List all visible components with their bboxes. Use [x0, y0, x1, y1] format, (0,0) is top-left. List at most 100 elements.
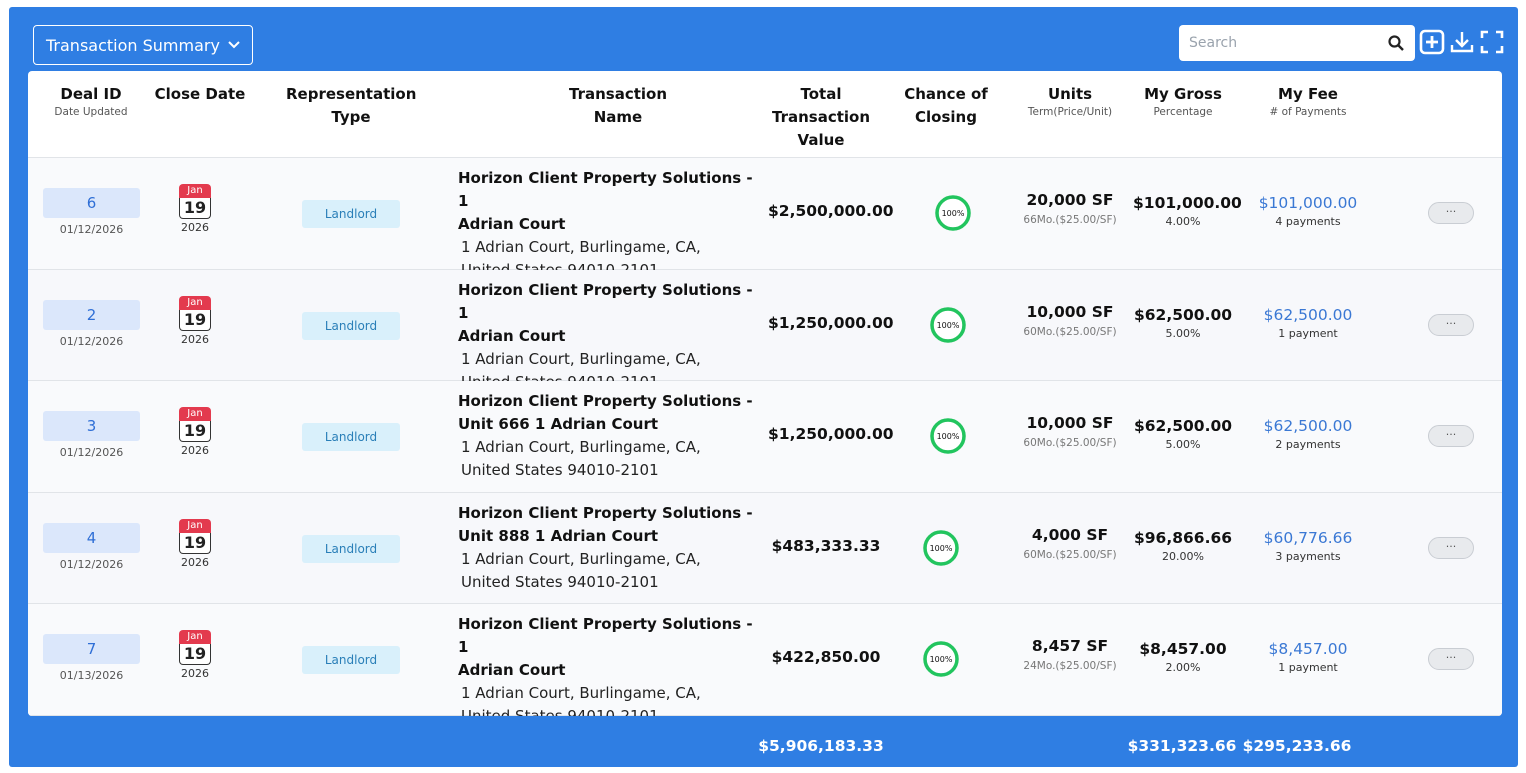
- deal-id-cell: 7 01/13/2026: [43, 634, 140, 682]
- close-day: 19: [179, 198, 211, 219]
- transaction-title-line2: Unit 666 1 Adrian Court: [458, 415, 659, 433]
- header-my-fee[interactable]: My Fee # of Payments: [1253, 83, 1363, 118]
- chance-of-closing-label: 100%: [942, 209, 965, 218]
- transaction-title-line2: Adrian Court: [458, 215, 566, 233]
- chance-of-closing-ring: 100%: [930, 418, 966, 454]
- transaction-summary-dropdown[interactable]: Transaction Summary: [33, 25, 253, 65]
- transaction-title-line1: Horizon Client Property Solutions - 1: [458, 169, 753, 210]
- transaction-name: Horizon Client Property Solutions - Unit …: [458, 502, 768, 594]
- representation-type-badge: Landlord: [302, 646, 400, 674]
- calendar-icon: Jan 19 2026: [179, 407, 211, 457]
- total-transaction-value-cell: $1,250,000.00: [768, 425, 894, 443]
- row-actions-button[interactable]: ···: [1428, 536, 1474, 559]
- row-actions-button[interactable]: ···: [1428, 313, 1474, 336]
- table-row[interactable]: 7 01/13/2026 Jan 19 2026 Landlord Horizon Clie…: [28, 604, 1502, 716]
- transaction-address-line1: 1 Adrian Court, Burlingame, CA,: [461, 684, 701, 702]
- add-icon[interactable]: [1419, 29, 1445, 55]
- calendar-icon: Jan 19 2026: [179, 630, 211, 680]
- header-total-transaction-value[interactable]: Total Transaction Value: [766, 83, 876, 152]
- deal-id-link[interactable]: 3: [43, 411, 140, 441]
- my-fee-link[interactable]: $60,776.66: [1253, 529, 1363, 547]
- units-cell: 8,457 SF 24Mo.($25.00/SF): [1010, 637, 1130, 672]
- transaction-name: Horizon Client Property Solutions - 1 Adr…: [458, 613, 768, 716]
- close-day: 19: [179, 532, 211, 554]
- units-cell: 10,000 SF 60Mo.($25.00/SF): [1010, 414, 1130, 449]
- calendar-icon: Jan 19 2026: [179, 518, 211, 569]
- header-units[interactable]: Units Term(Price/Unit): [1010, 83, 1130, 118]
- date-updated: 01/12/2026: [59, 446, 124, 459]
- transaction-summary-widget: Transaction Summary Deal ID Date Updated: [9, 7, 1518, 767]
- close-day: 19: [179, 421, 211, 442]
- units-value: 4,000 SF: [1031, 525, 1109, 544]
- units-cell: 20,000 SF 66Mo.($25.00/SF): [1010, 191, 1130, 226]
- table-row[interactable]: 3 01/12/2026 Jan 19 2026 Landlord Horizon Clie…: [28, 381, 1502, 493]
- table-body: 6 01/12/2026 Jan 19 2026 Landlord Horizon Clie…: [28, 158, 1502, 716]
- my-fee-link[interactable]: $62,500.00: [1253, 306, 1363, 324]
- deal-id-link[interactable]: 2: [43, 299, 140, 330]
- my-gross-value: $62,500.00: [1133, 417, 1233, 435]
- download-icon[interactable]: [1449, 29, 1475, 55]
- my-fee-link[interactable]: $101,000.00: [1253, 194, 1363, 212]
- toolbar: Transaction Summary: [9, 7, 1518, 71]
- total-transaction-value-cell: $1,250,000.00: [768, 313, 894, 332]
- my-fee-link[interactable]: $8,457.00: [1253, 640, 1363, 658]
- my-gross-cell: $62,500.00 5.00%: [1133, 417, 1233, 451]
- term-price-unit: 60Mo.($25.00/SF): [1023, 548, 1117, 561]
- fullscreen-icon[interactable]: [1479, 29, 1505, 55]
- my-gross-value: $101,000.00: [1133, 194, 1242, 212]
- transaction-title-line1: Horizon Client Property Solutions -: [458, 503, 753, 522]
- number-of-payments: 3 payments: [1275, 549, 1341, 563]
- header-fee-label: My Fee: [1278, 85, 1338, 103]
- units-value: 10,000 SF: [1026, 302, 1114, 321]
- transaction-address-line1: 1 Adrian Court, Burlingame, CA,: [461, 438, 701, 456]
- date-updated: 01/12/2026: [59, 557, 124, 571]
- header-units-sub: Term(Price/Unit): [1027, 106, 1113, 118]
- representation-type-badge: Landlord: [302, 423, 400, 451]
- chance-of-closing-label: 100%: [937, 432, 960, 441]
- close-month: Jan: [179, 184, 211, 198]
- transaction-name: Horizon Client Property Solutions - Unit …: [458, 390, 768, 482]
- gross-percentage: 5.00%: [1165, 438, 1201, 451]
- gross-percentage: 5.00%: [1165, 326, 1201, 340]
- header-tname-line2: Name: [593, 108, 643, 126]
- table-row[interactable]: 6 01/12/2026 Jan 19 2026 Landlord Horizon Clie…: [28, 158, 1502, 279]
- my-fee-cell: $8,457.00 1 payment: [1253, 640, 1363, 674]
- total-my-gross: $331,323.66: [1127, 737, 1237, 755]
- my-fee-cell: $60,776.66 3 payments: [1253, 529, 1363, 563]
- units-cell: 4,000 SF 60Mo.($25.00/SF): [1010, 526, 1130, 561]
- header-chance-of-closing[interactable]: Chance of Closing: [896, 83, 996, 129]
- number-of-payments: 4 payments: [1275, 215, 1341, 228]
- header-chance-line2: Closing: [915, 108, 977, 126]
- deal-id-link[interactable]: 6: [43, 188, 140, 218]
- table-row[interactable]: 4 01/12/2026 Jan 19 2026 Landlord Horizon Clie…: [28, 492, 1502, 604]
- transaction-title-line1: Horizon Client Property Solutions - 1: [458, 280, 753, 322]
- close-year: 2026: [181, 221, 209, 234]
- gross-percentage: 2.00%: [1165, 661, 1201, 674]
- transaction-name: Horizon Client Property Solutions - 1 Adr…: [458, 279, 768, 394]
- search-input[interactable]: [1189, 35, 1387, 51]
- deal-id-link[interactable]: 4: [43, 522, 140, 553]
- chance-of-closing-label: 100%: [930, 655, 953, 664]
- header-close-date[interactable]: Close Date: [150, 83, 250, 106]
- table-row[interactable]: 2 01/12/2026 Jan 19 2026 Landlord Horizon Clie…: [28, 269, 1502, 391]
- header-my-gross[interactable]: My Gross Percentage: [1133, 83, 1233, 118]
- header-deal-id[interactable]: Deal ID Date Updated: [51, 83, 131, 118]
- total-transaction-value-cell: $2,500,000.00: [768, 202, 894, 220]
- header-date-updated-label: Date Updated: [54, 106, 128, 118]
- search-icon[interactable]: [1387, 34, 1405, 52]
- my-fee-link[interactable]: $62,500.00: [1253, 417, 1363, 435]
- chance-of-closing-ring: 100%: [930, 306, 966, 343]
- row-actions-button[interactable]: ···: [1428, 202, 1474, 224]
- transaction-address-line2: United States 94010-2101: [461, 707, 659, 716]
- header-representation-type[interactable]: Representation Type: [286, 83, 416, 129]
- close-day: 19: [179, 309, 211, 331]
- header-transaction-name[interactable]: Transaction Name: [558, 83, 678, 129]
- representation-type-badge: Landlord: [302, 311, 400, 340]
- row-actions-button[interactable]: ···: [1428, 425, 1474, 447]
- representation-type-badge: Landlord: [302, 200, 400, 228]
- row-actions-button[interactable]: ···: [1428, 648, 1474, 670]
- number-of-payments: 1 payment: [1278, 326, 1338, 340]
- number-of-payments: 2 payments: [1275, 438, 1341, 451]
- units-value: 10,000 SF: [1026, 414, 1114, 432]
- deal-id-link[interactable]: 7: [43, 634, 140, 664]
